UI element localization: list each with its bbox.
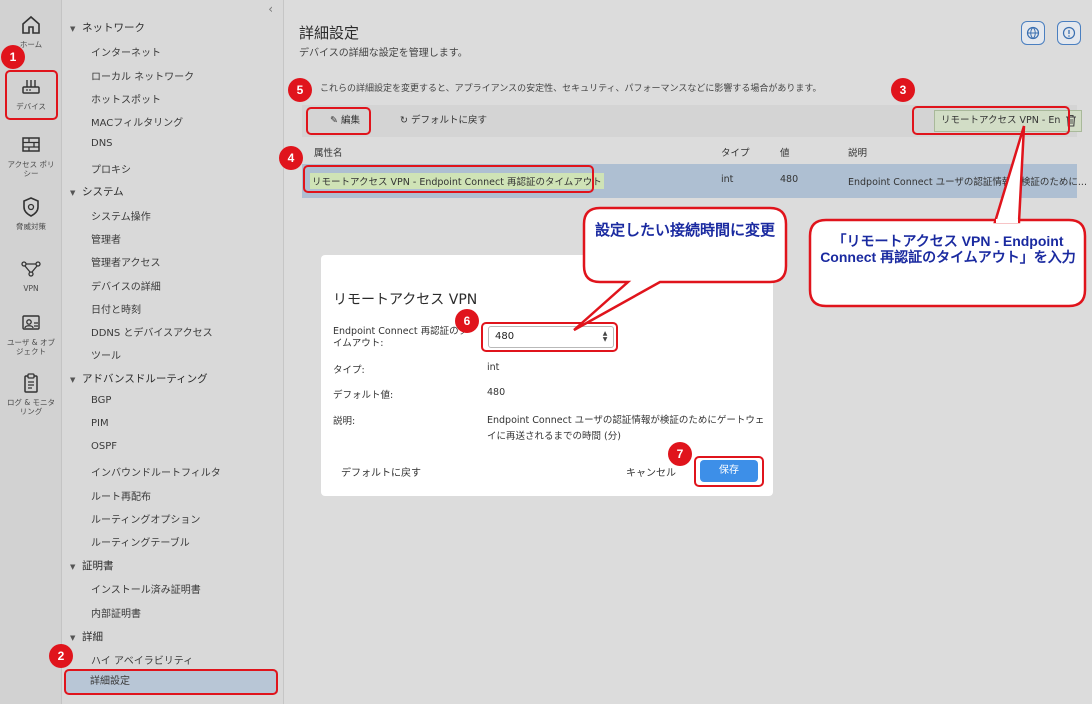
step-badge-5: 5 [288, 78, 312, 102]
step-badge-6: 6 [455, 309, 479, 333]
step-badge-4: 4 [279, 146, 303, 170]
step-badge-1: 1 [1, 45, 25, 69]
callout-input-text: 「リモートアクセス VPN - Endpoint Connect 再認証のタイム… [820, 233, 1076, 265]
step-badge-2: 2 [49, 644, 73, 668]
step-badge-3: 3 [891, 78, 915, 102]
step-badge-7: 7 [668, 442, 692, 466]
callout-change-text: 設定したい接続時間に変更 [594, 222, 775, 239]
callout-shapes [573, 125, 1087, 332]
